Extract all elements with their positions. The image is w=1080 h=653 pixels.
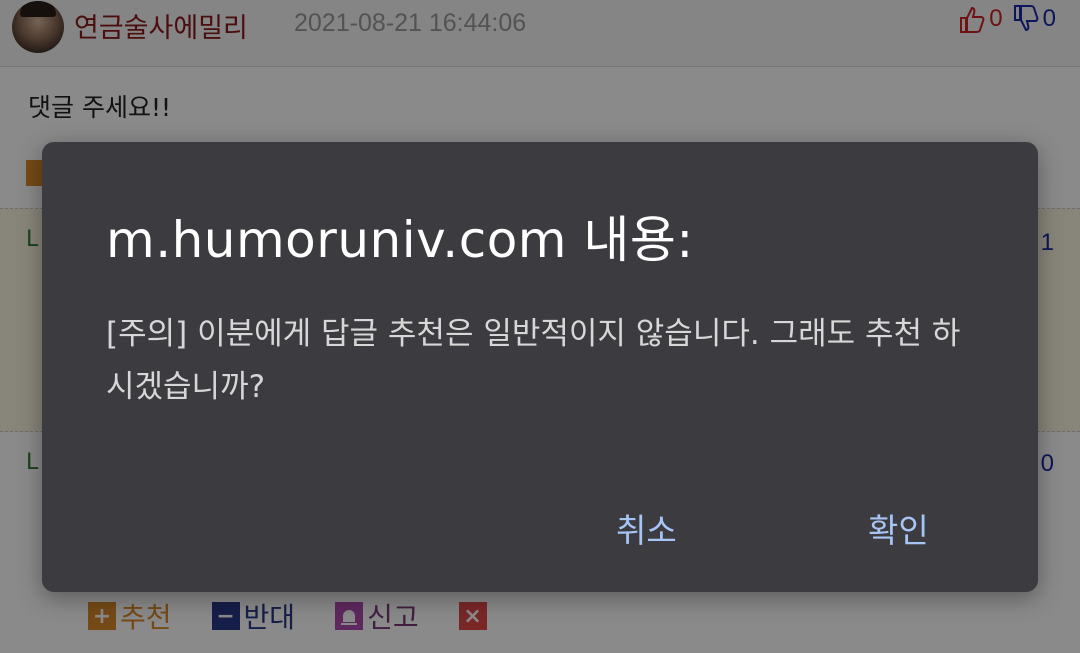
dialog-message: [주의] 이분에게 답글 추천은 일반적이지 않습니다. 그래도 추천 하시겠습… (106, 316, 961, 405)
cancel-button[interactable]: 취소 (616, 504, 677, 552)
dialog-title: m.humoruniv.com 내용: (106, 211, 694, 269)
confirm-dialog: m.humoruniv.com 내용: [주의] 이분에게 답글 추천은 일반적… (42, 142, 1038, 592)
post-page: 연금술사에밀리 2021-08-21 16:44:06 0 0 댓글 주세요!!… (0, 0, 1080, 653)
confirm-button[interactable]: 확인 (868, 504, 929, 552)
